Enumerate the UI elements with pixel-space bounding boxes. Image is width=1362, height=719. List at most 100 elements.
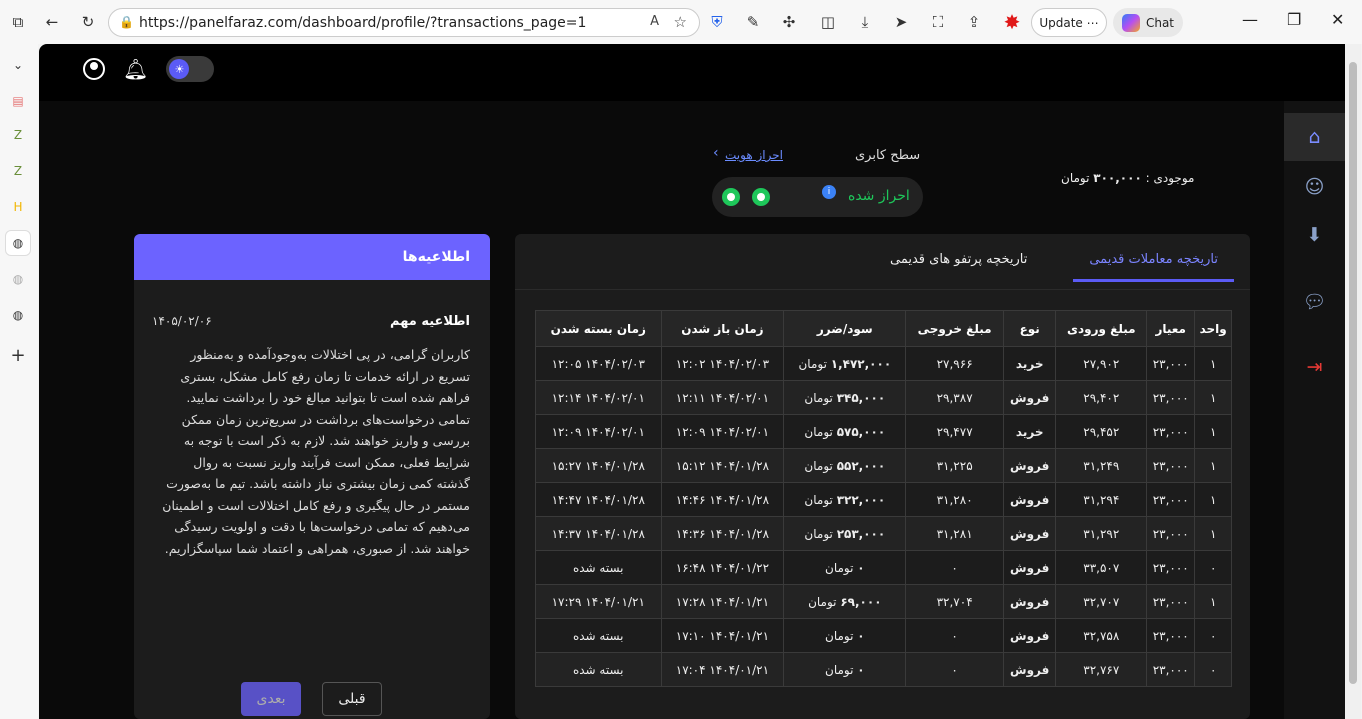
- cell-rate: ۲۳,۰۰۰: [1146, 448, 1196, 483]
- cell-type: فروش: [1002, 652, 1057, 687]
- screenshot-icon[interactable]: ⛶: [928, 12, 948, 32]
- tab-favicon-pdf-icon[interactable]: ▤: [9, 92, 27, 110]
- browser-toolbar: ⧉ ← ↻ 🔒 https://panelfaraz.com/dashboard…: [0, 0, 1362, 44]
- cell-rate: ۲۳,۰۰۰: [1146, 550, 1196, 585]
- cell-type: فروش: [1002, 550, 1057, 585]
- next-button[interactable]: بعدی: [241, 682, 301, 716]
- cell-close: ۱۴۰۴/۰۲/۰۱ ۱۲:۰۹: [535, 414, 662, 449]
- split-screen-icon[interactable]: ◫: [818, 12, 838, 32]
- scroll-thumb[interactable]: [1349, 62, 1357, 684]
- tab-favicon-z-icon[interactable]: Z: [9, 126, 27, 144]
- cell-open: ۱۴۰۴/۰۱/۲۸ ۱۵:۱۲: [660, 448, 785, 483]
- cell-type: فروش: [1002, 482, 1057, 517]
- minimize-icon[interactable]: —: [1242, 10, 1258, 29]
- maximize-icon[interactable]: ❐: [1287, 10, 1301, 29]
- announcements-panel: اطلاعیه‌ها اطلاعیه مهم ۱۴۰۵/۰۲/۰۶ کاربرا…: [134, 234, 490, 719]
- cell-in: ۲۹,۴۰۲: [1055, 380, 1148, 415]
- cell-unit: ۱: [1194, 380, 1232, 415]
- theme-toggle[interactable]: ☀: [166, 56, 215, 82]
- table-body: ۱ ۲۳,۰۰۰ ۲۷,۹۰۲ خرید ۲۷,۹۶۶ ۱,۴۷۲,۰۰۰ تومان ۱۴…: [535, 346, 1232, 687]
- info-icon[interactable]: i: [822, 185, 836, 199]
- table-row: ۱ ۲۳,۰۰۰ ۳۱,۲۹۴ فروش ۳۱,۲۸۰ ۳۲۲,۰۰۰ تومان ۱۴۰۴…: [535, 482, 1232, 517]
- pl-currency: تومان: [825, 560, 854, 575]
- tab-favicon-h-icon[interactable]: H: [9, 198, 27, 216]
- cell-out: ۰: [905, 652, 1004, 687]
- col-pl: سود/ضرر: [783, 310, 907, 347]
- tab-favicon-globe2-icon[interactable]: ◍: [9, 306, 27, 324]
- balance: موجودی : ۳۰۰,۰۰۰ تومان: [1061, 171, 1194, 185]
- pl-value: ۶۹,۰۰۰: [840, 594, 882, 609]
- tab-divider: [515, 289, 1250, 290]
- download-icon[interactable]: ⤓: [855, 12, 875, 32]
- collapse-chevron-icon[interactable]: ⌄: [9, 56, 27, 74]
- verify-identity-link[interactable]: احراز هویت: [725, 148, 783, 162]
- extension-pen-icon[interactable]: ✎: [743, 12, 763, 32]
- cell-unit: ۱: [1194, 346, 1232, 381]
- lock-icon: 🔒: [119, 15, 134, 29]
- pl-value: ۲۵۳,۰۰۰: [836, 526, 886, 541]
- send-icon[interactable]: ➤: [891, 12, 911, 32]
- cell-rate: ۲۳,۰۰۰: [1146, 618, 1196, 653]
- cell-type: خرید: [1002, 414, 1057, 449]
- verification-status: i احراز شده: [712, 177, 923, 217]
- cell-unit: ۱: [1194, 414, 1232, 449]
- chat-bubble-icon[interactable]: 💬︎: [1284, 277, 1345, 325]
- table-row: ۱ ۲۳,۰۰۰ ۳۲,۷۰۷ فروش ۳۲,۷۰۴ ۶۹,۰۰۰ تومان ۱۴۰۴/…: [535, 584, 1232, 619]
- new-tab-plus-icon[interactable]: +: [9, 345, 27, 366]
- address-bar[interactable]: 🔒 https://panelfaraz.com/dashboard/profi…: [108, 8, 700, 37]
- close-window-icon[interactable]: ✕: [1331, 10, 1344, 29]
- transactions-table: واحد معیار مبلغ ورودی نوع مبلغ خروجی سود…: [535, 310, 1232, 687]
- logout-icon[interactable]: ⇥: [1284, 343, 1345, 391]
- announcements-header: اطلاعیه‌ها: [134, 234, 490, 280]
- tab-old-portfolios[interactable]: تاریخچه پرتفو های قدیمی: [874, 238, 1043, 282]
- user-profile-icon[interactable]: [83, 58, 105, 80]
- red-extension-icon[interactable]: ✸: [1002, 10, 1022, 34]
- col-out: مبلغ خروجی: [905, 310, 1004, 347]
- tabs-icon[interactable]: ⧉: [8, 12, 28, 32]
- profile-icon[interactable]: ☺: [1284, 163, 1345, 211]
- cell-open: ۱۴۰۴/۰۱/۲۱ ۱۷:۰۴: [660, 652, 785, 687]
- refresh-icon[interactable]: ↻: [78, 12, 98, 32]
- home-icon[interactable]: ⌂: [1284, 113, 1345, 161]
- update-label: Update: [1039, 15, 1083, 30]
- prev-button[interactable]: قبلی: [322, 682, 382, 716]
- cell-close: ۱۴۰۴/۰۱/۲۸ ۱۴:۴۷: [535, 482, 662, 517]
- tab-favicon-z2-icon[interactable]: Z: [9, 162, 27, 180]
- browser-sidebar: ⌄ ▤ Z Z H ◍ ◍ ◍ +: [0, 44, 38, 719]
- extensions-puzzle-icon[interactable]: ✣: [779, 12, 799, 32]
- cell-close: ۱۴۰۴/۰۱/۲۸ ۱۴:۳۷: [535, 516, 662, 551]
- back-icon[interactable]: ←: [42, 12, 62, 32]
- pl-value: ۵۵۲,۰۰۰: [836, 458, 886, 473]
- favorite-star-icon[interactable]: ☆: [674, 13, 687, 31]
- cell-unit: ۰: [1194, 618, 1232, 653]
- download-circle-icon[interactable]: ⬇: [1284, 211, 1345, 259]
- col-open: زمان باز شدن: [660, 310, 785, 347]
- update-button[interactable]: Update ⋯: [1031, 8, 1107, 37]
- cell-in: ۳۲,۷۰۷: [1055, 584, 1148, 619]
- cell-close: بسته شده: [535, 652, 662, 687]
- cell-open: ۱۴۰۴/۰۲/۰۱ ۱۲:۰۹: [660, 414, 785, 449]
- table-row: ۱ ۲۳,۰۰۰ ۳۱,۲۴۹ فروش ۳۱,۲۲۵ ۵۵۲,۰۰۰ تومان ۱۴۰۴…: [535, 448, 1232, 483]
- col-unit: واحد: [1194, 310, 1232, 347]
- cell-open: ۱۴۰۴/۰۱/۲۸ ۱۴:۳۶: [660, 516, 785, 551]
- cell-pl: ۳۴۵,۰۰۰ تومان: [783, 380, 907, 415]
- cell-pl: ۵۵۲,۰۰۰ تومان: [783, 448, 907, 483]
- cell-in: ۳۱,۲۹۲: [1055, 516, 1148, 551]
- share-icon[interactable]: ⇪: [964, 12, 984, 32]
- tab-old-trades[interactable]: تاریخچه معاملات قدیمی: [1073, 238, 1234, 282]
- pl-value: ۱,۴۷۲,۰۰۰: [830, 356, 892, 371]
- tab-favicon-globe-icon[interactable]: ◍: [9, 270, 27, 288]
- tab-favicon-globe-active-icon[interactable]: ◍: [5, 230, 31, 256]
- table-row: ۰ ۲۳,۰۰۰ ۳۲,۷۶۷ فروش ۰ ۰ تومان ۱۴۰۴/۰۱/۲۱ ۱۷:۰…: [535, 652, 1232, 687]
- bitwarden-icon[interactable]: ⛨: [707, 12, 727, 32]
- notification-bell-icon[interactable]: 🔔︎: [123, 57, 148, 81]
- pl-currency: تومان: [804, 492, 833, 507]
- chat-button[interactable]: Chat: [1113, 8, 1183, 37]
- announcement-date: ۱۴۰۵/۰۲/۰۶: [152, 314, 212, 328]
- cell-out: ۲۹,۳۸۷: [905, 380, 1004, 415]
- read-aloud-icon[interactable]: A: [650, 14, 659, 29]
- cell-type: فروش: [1002, 516, 1057, 551]
- balance-unit: تومان: [1061, 171, 1090, 185]
- cell-rate: ۲۳,۰۰۰: [1146, 482, 1196, 517]
- page-scrollbar[interactable]: [1345, 44, 1361, 719]
